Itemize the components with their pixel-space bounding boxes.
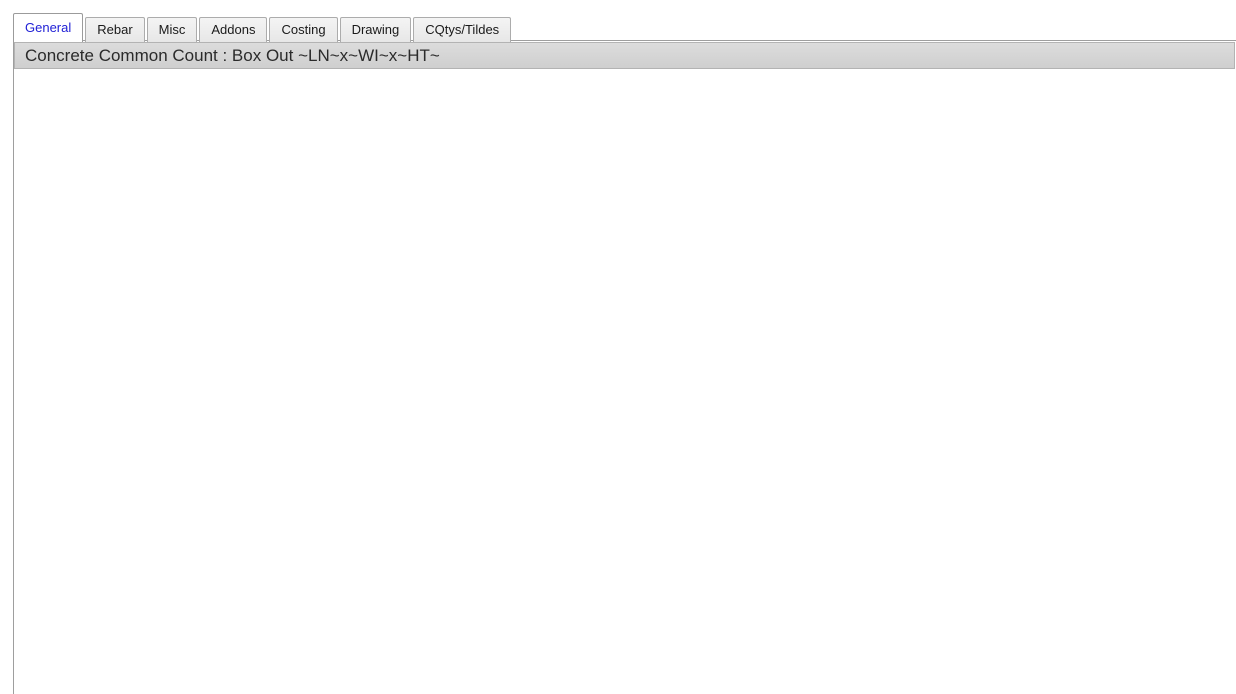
- tab-general[interactable]: General: [13, 13, 83, 42]
- tab-cqtys-tildes[interactable]: CQtys/Tildes: [413, 17, 511, 42]
- tab-costing[interactable]: Costing: [269, 17, 337, 42]
- tab-bar: General Rebar Misc Addons Costing Drawin…: [13, 13, 513, 42]
- tab-rebar[interactable]: Rebar: [85, 17, 144, 42]
- tab-misc[interactable]: Misc: [147, 17, 198, 42]
- tab-addons[interactable]: Addons: [199, 17, 267, 42]
- tab-drawing[interactable]: Drawing: [340, 17, 412, 42]
- concrete-common-count-window: General Rebar Misc Addons Costing Drawin…: [0, 0, 1236, 694]
- general-tab-page: [13, 40, 1236, 694]
- page-title: Concrete Common Count : Box Out ~LN~x~WI…: [14, 42, 1235, 69]
